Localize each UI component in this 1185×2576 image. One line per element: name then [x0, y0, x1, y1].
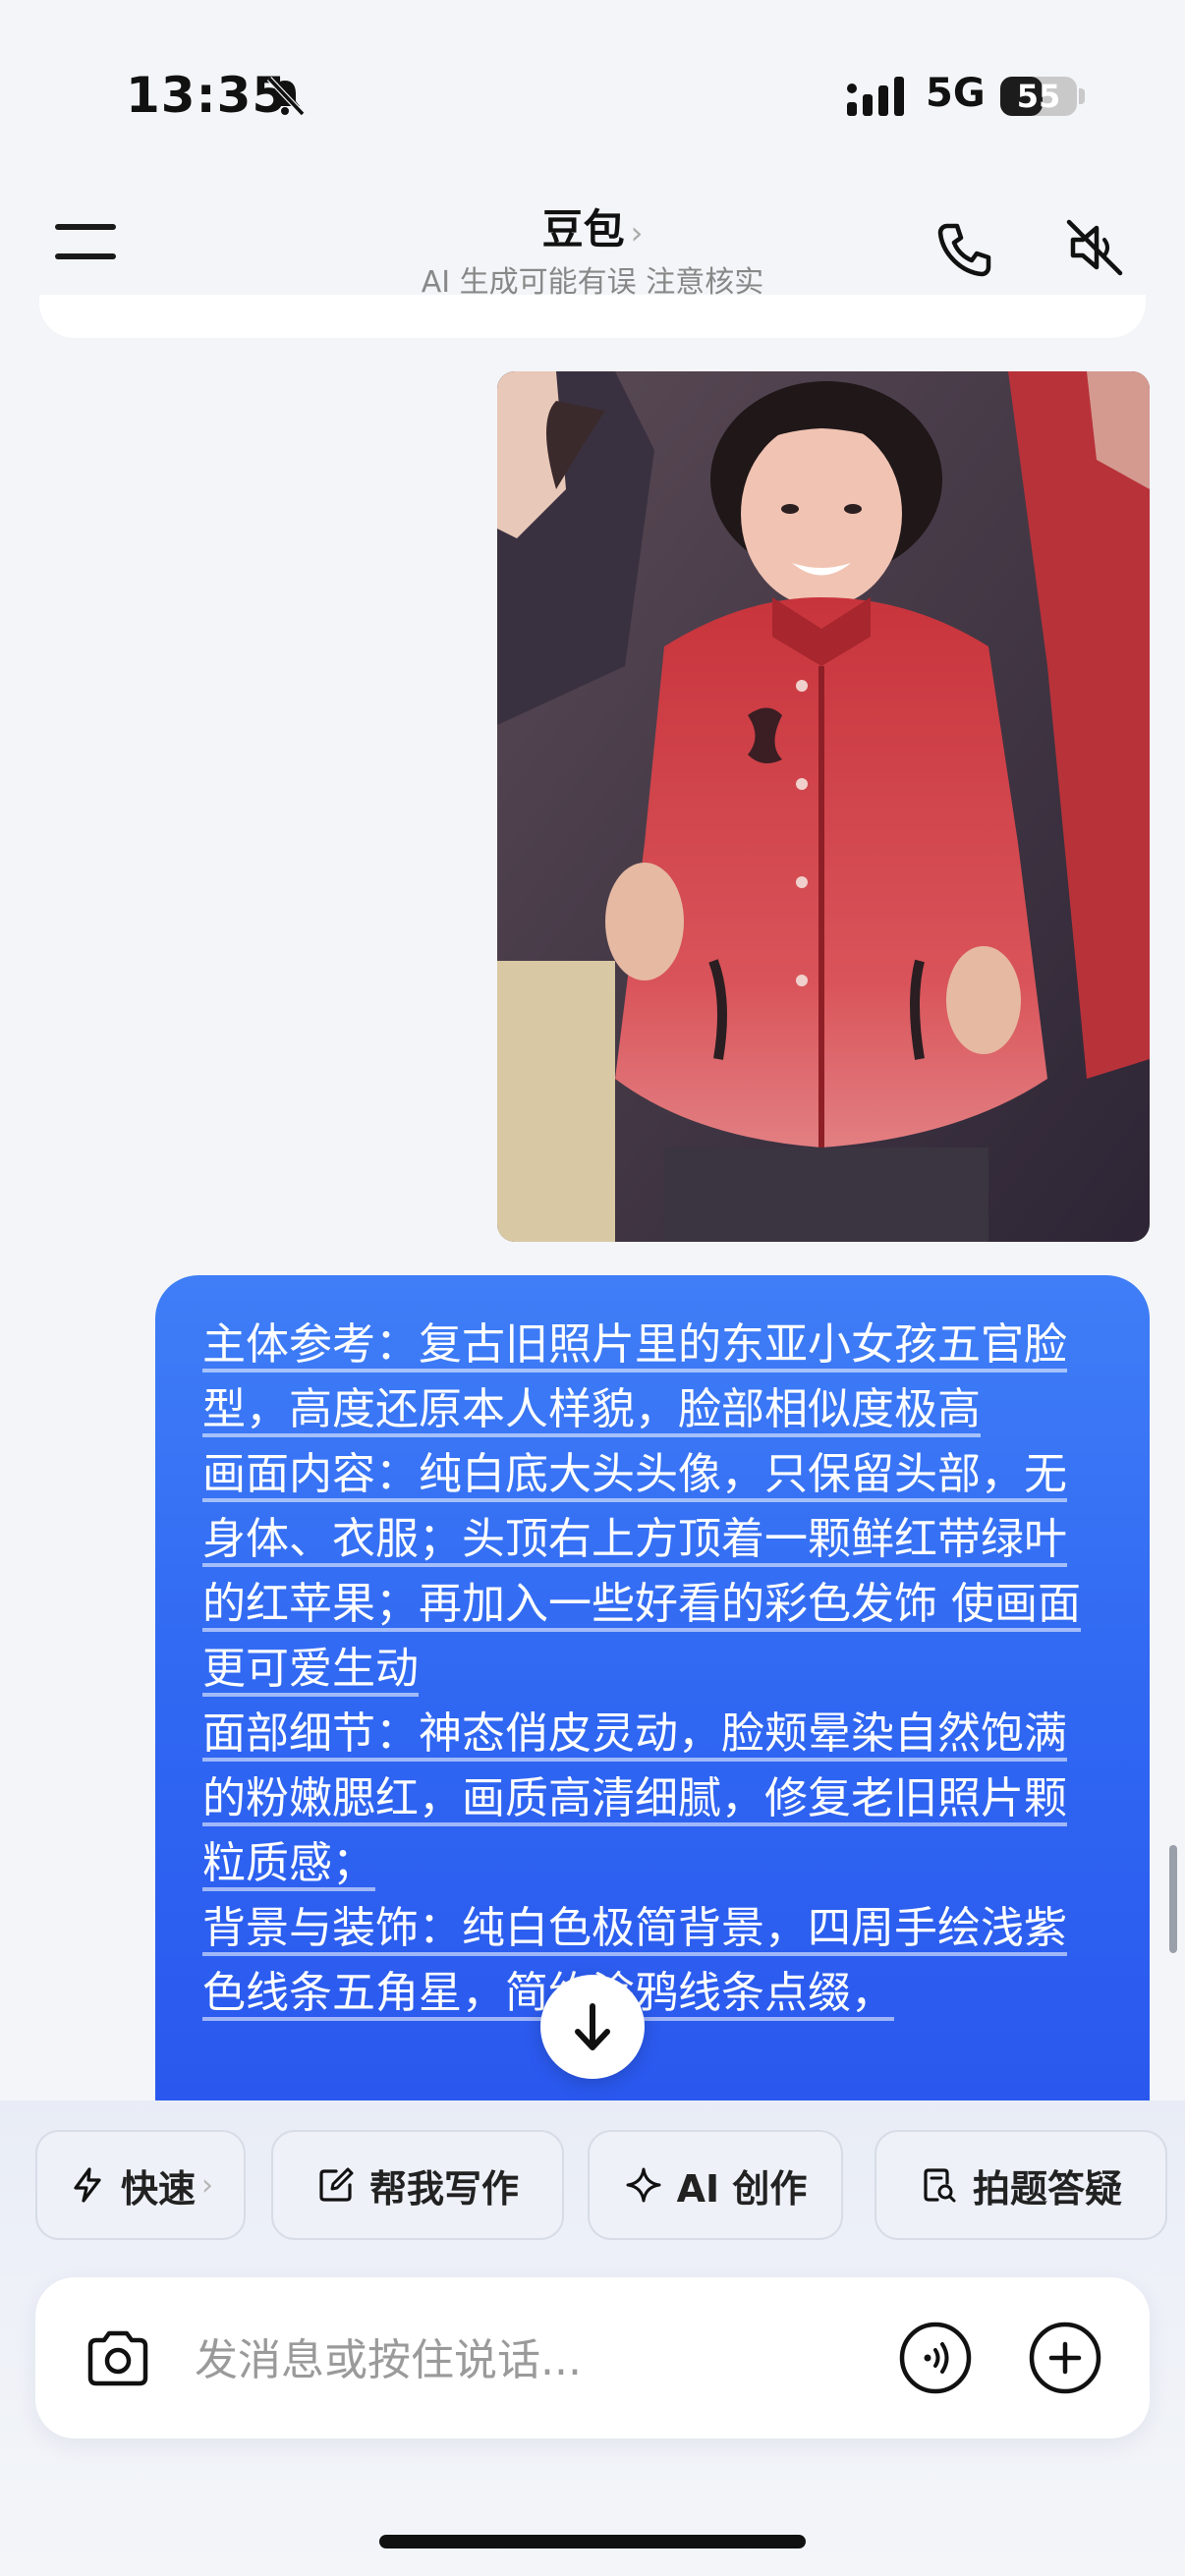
chat-title-button[interactable]: 豆包 › — [0, 196, 1185, 256]
battery-tip — [1079, 88, 1085, 104]
chip-label: 拍题答疑 — [972, 2166, 1122, 2211]
scan-doc-icon — [924, 2168, 956, 2203]
status-bar: 13:35 5G 55 — [0, 0, 1185, 157]
user-message-text: 主体参考：复古旧照片里的东亚小女孩五官脸型，高度还原本人样貌，脸部相似度极高 画… — [202, 1319, 1081, 2018]
speaker-muted-icon[interactable] — [1063, 216, 1126, 279]
lightning-icon — [74, 2167, 101, 2203]
writing-assistant-chip[interactable]: 帮我写作 — [271, 2130, 564, 2240]
edit-icon — [319, 2167, 354, 2202]
message-composer: 发消息或按住说话... — [35, 2277, 1150, 2438]
chat-header: 豆包 › AI 生成可能有误 注意核实 — [0, 167, 1185, 314]
chip-label: 帮我写作 — [368, 2166, 519, 2211]
bell-muted-icon — [266, 76, 306, 117]
photo-question-chip[interactable]: 拍题答疑 — [875, 2130, 1167, 2240]
camera-icon[interactable] — [83, 2323, 153, 2393]
ai-create-chip[interactable]: AI 创作 — [588, 2130, 843, 2240]
chip-label: 快速 — [120, 2166, 196, 2211]
scroll-to-bottom-button[interactable] — [540, 1975, 645, 2079]
network-type: 5G — [926, 71, 986, 116]
photo-thumbnail[interactable] — [497, 371, 1150, 1242]
arrow-down-icon — [575, 2003, 610, 2050]
plus-icon[interactable] — [1028, 2321, 1102, 2395]
quick-mode-chip[interactable]: 快速 › — [35, 2130, 246, 2240]
chat-screen: 13:35 5G 55 豆包 › AI 生成可能有误 注意核实 主体参考：复古旧… — [0, 0, 1185, 2576]
voice-icon[interactable] — [898, 2321, 973, 2395]
signal-icon — [847, 77, 904, 116]
previous-message-card — [39, 295, 1146, 338]
sparkle-icon — [626, 2167, 661, 2203]
phone-icon[interactable] — [933, 218, 996, 281]
chip-label: AI 创作 — [676, 2166, 808, 2211]
battery-percent: 55 — [1016, 78, 1061, 115]
user-message-bubble[interactable]: 主体参考：复古旧照片里的东亚小女孩五官脸型，高度还原本人样貌，脸部相似度极高 画… — [155, 1275, 1150, 2100]
chat-title: 豆包 — [541, 205, 625, 253]
battery-icon: 55 — [1000, 77, 1077, 116]
scrollbar[interactable] — [1169, 1845, 1177, 1953]
chevron-right-icon: › — [201, 2167, 213, 2203]
chevron-right-icon: › — [630, 214, 644, 252]
home-indicator[interactable] — [379, 2535, 806, 2548]
message-input[interactable]: 发消息或按住说话... — [195, 2324, 582, 2387]
